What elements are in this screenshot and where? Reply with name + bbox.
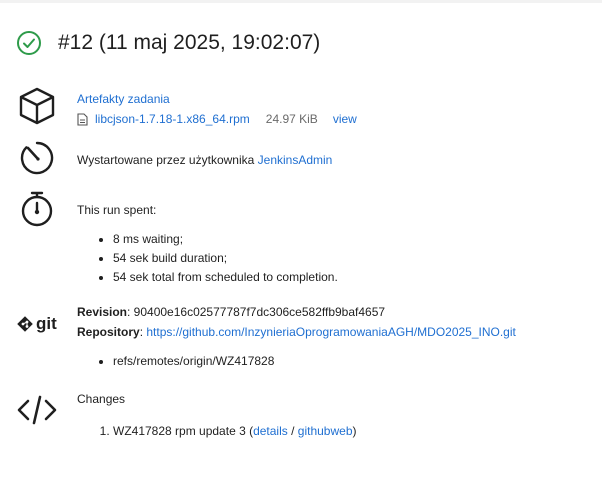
- package-icon: [19, 87, 55, 125]
- success-check-icon: [17, 31, 41, 55]
- artifact-view-link[interactable]: view: [333, 111, 357, 128]
- git-section: Revision: 90400e16c02577787f7dc306ce582f…: [77, 304, 516, 372]
- stopwatch-icon: [21, 191, 53, 227]
- file-icon: [77, 113, 88, 126]
- timer-icon: [20, 141, 54, 175]
- artifact-row: libcjson-1.7.18-1.x86_64.rpm 24.97 KiB v…: [77, 111, 357, 128]
- timing-item: 8 ms waiting;: [113, 231, 338, 248]
- change-item: WZ417828 rpm update 3 (details / githubw…: [113, 423, 357, 440]
- ref-item: refs/remotes/origin/WZ417828: [113, 353, 516, 370]
- change-sep: /: [287, 424, 298, 438]
- timing-section: This run spent: 8 ms waiting; 54 sek bui…: [77, 202, 338, 288]
- timing-item: 54 sek build duration;: [113, 250, 338, 267]
- repository-link[interactable]: https://github.com/InzynieriaOprogramowa…: [146, 325, 516, 339]
- artifacts-section: Artefakty zadania libcjson-1.7.18-1.x86_…: [77, 91, 357, 128]
- changes-section: Changes WZ417828 rpm update 3 (details /…: [77, 391, 357, 440]
- artifact-size: 24.97 KiB: [265, 112, 318, 126]
- started-by-section: Wystartowane przez użytkownika JenkinsAd…: [77, 152, 332, 169]
- git-diamond-icon: [17, 316, 33, 332]
- change-message: WZ417828 rpm update 3 (: [113, 424, 254, 438]
- git-logo-text: git: [36, 314, 57, 333]
- change-details-link[interactable]: details: [253, 424, 288, 438]
- change-close: ): [352, 424, 357, 438]
- timing-list: 8 ms waiting; 54 sek build duration; 54 …: [77, 231, 338, 286]
- artifacts-heading-link[interactable]: Artefakty zadania: [77, 92, 170, 106]
- changes-list: WZ417828 rpm update 3 (details / githubw…: [77, 423, 357, 440]
- revision-label: Revision: [77, 305, 128, 319]
- artifact-file-link[interactable]: libcjson-1.7.18-1.x86_64.rpm: [95, 111, 250, 128]
- repository-row: Repository: https://github.com/Inzynieri…: [77, 324, 516, 341]
- revision-row: Revision: 90400e16c02577787f7dc306ce582f…: [77, 304, 516, 321]
- build-header: #12 (11 maj 2025, 19:02:07): [16, 30, 320, 56]
- refs-list: refs/remotes/origin/WZ417828: [77, 353, 516, 370]
- top-border: [0, 0, 602, 3]
- git-logo: git: [17, 314, 57, 334]
- user-link[interactable]: JenkinsAdmin: [258, 153, 333, 167]
- page-title: #12 (11 maj 2025, 19:02:07): [58, 31, 321, 54]
- repository-label: Repository: [77, 325, 140, 339]
- change-githubweb-link[interactable]: githubweb: [298, 424, 353, 438]
- changes-heading: Changes: [77, 392, 126, 406]
- code-icon: [17, 395, 57, 425]
- timing-heading: This run spent:: [77, 203, 157, 217]
- revision-value: : 90400e16c02577787f7dc306ce582ffb9baf46…: [127, 305, 386, 319]
- timing-item: 54 sek total from scheduled to completio…: [113, 269, 338, 286]
- started-by-text: Wystartowane przez użytkownika: [77, 153, 258, 167]
